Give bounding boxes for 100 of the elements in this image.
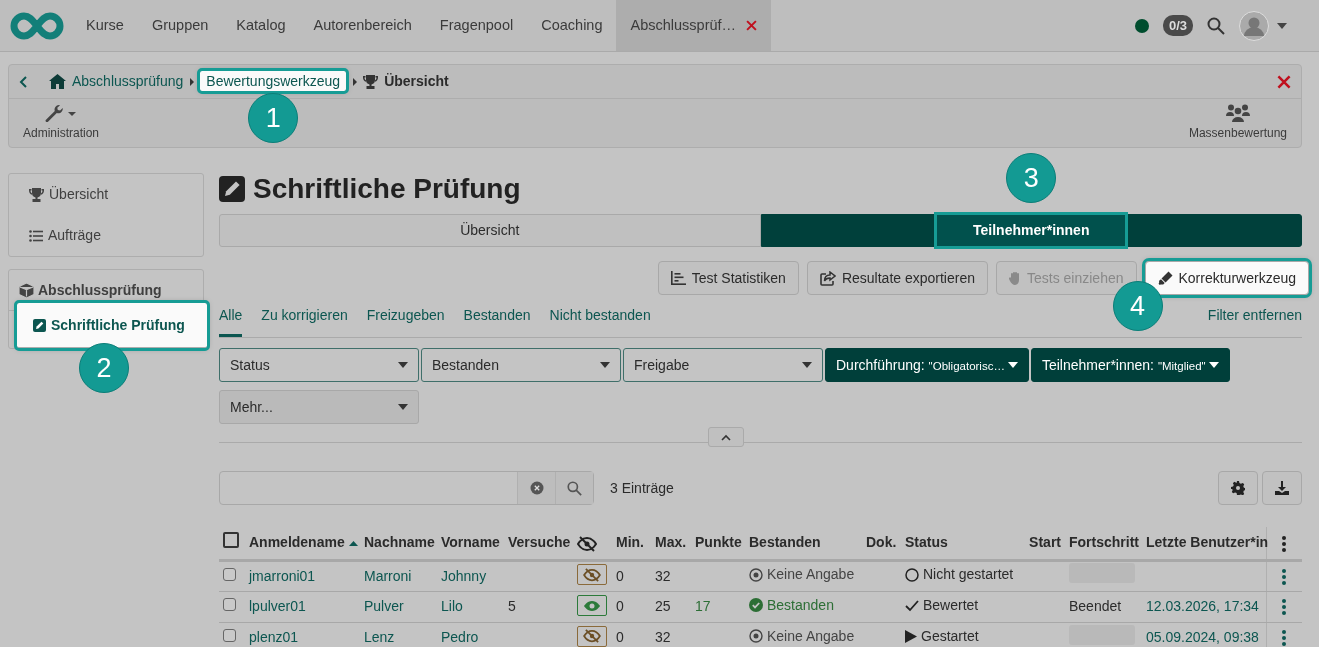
nav-tab[interactable]: Kurse: [86, 14, 124, 37]
row-checkbox[interactable]: [223, 598, 236, 611]
action-button[interactable]: Test Statistiken: [657, 261, 799, 295]
row-menu-icon[interactable]: [1282, 598, 1287, 614]
column-header[interactable]: Min.: [616, 534, 644, 551]
filter-tab[interactable]: Nicht bestanden: [549, 305, 651, 337]
remove-filter-link[interactable]: Filter entfernen: [1207, 305, 1302, 337]
table-cell[interactable]: Lenz: [364, 629, 395, 645]
settings-icon: [1231, 481, 1245, 495]
breadcrumb-link[interactable]: Bewertungswerkzeug: [200, 71, 347, 91]
visibility-toggle[interactable]: [577, 595, 607, 617]
visibility-toggle[interactable]: [577, 564, 607, 586]
column-header[interactable]: Nachname: [364, 534, 435, 551]
row-checkbox[interactable]: [223, 629, 236, 642]
nav-tab[interactable]: Fragenpool: [439, 14, 514, 37]
table-cell: 32: [655, 567, 671, 584]
trophy-icon: [29, 187, 44, 202]
filter-dropdown[interactable]: Bestanden: [421, 348, 621, 382]
visibility-toggle[interactable]: [577, 625, 607, 647]
column-header[interactable]: Vorname: [441, 534, 500, 551]
table-cell[interactable]: Marroni: [364, 567, 412, 584]
caret-icon: [600, 362, 610, 368]
filter-dropdown[interactable]: Durchführung: "Obligatorisc…: [825, 348, 1029, 382]
chevron-right-icon: [189, 77, 195, 86]
circle-icon: [905, 567, 919, 582]
sidebar-item[interactable]: Übersicht: [9, 174, 203, 215]
filter-tab[interactable]: Alle: [219, 305, 243, 337]
column-header[interactable]: Bestanden: [749, 534, 821, 551]
filter-tab[interactable]: Bestanden: [463, 305, 531, 337]
search-icon: [1207, 16, 1225, 35]
row-menu-icon[interactable]: [1282, 629, 1287, 645]
column-header[interactable]: Anmeldename: [249, 534, 358, 551]
download-button[interactable]: [1262, 471, 1302, 505]
status-text: Nicht gestartet: [923, 565, 1014, 585]
eye-slash-icon: [583, 629, 601, 644]
column-header[interactable]: Start: [1029, 534, 1061, 551]
bar-chart-icon: [670, 271, 686, 285]
filter-tab[interactable]: Freizugeben: [366, 305, 445, 337]
toolbar-button[interactable]: Administration: [23, 123, 100, 142]
column-header[interactable]: Dok.: [866, 534, 897, 551]
row-menu-icon[interactable]: [1282, 567, 1287, 584]
login-link[interactable]: lpulver01: [249, 598, 306, 614]
login-link[interactable]: plenz01: [249, 629, 299, 645]
passed-status: Keine Angabe: [767, 565, 855, 585]
sidebar-item[interactable]: Schriftliche Prüfung: [17, 303, 207, 348]
filter-dropdown[interactable]: Teilnehmer*innen: "Mitglied": [1030, 348, 1230, 382]
row-checkbox[interactable]: [223, 567, 236, 581]
column-header[interactable]: Punkte: [695, 534, 742, 551]
chevron-up-icon: [720, 433, 731, 441]
action-button[interactable]: Resultate exportieren: [806, 261, 988, 295]
toolbar-button[interactable]: Massenbewertung: [1188, 123, 1287, 142]
filter-dropdown[interactable]: Freigabe: [623, 348, 823, 382]
callout-number: 2: [79, 343, 129, 393]
eye-icon: [584, 599, 600, 612]
notification-count[interactable]: 0/3: [1162, 14, 1193, 37]
table-cell: 0: [616, 598, 624, 614]
more-icon: [1282, 630, 1287, 647]
breadcrumb-link[interactable]: Übersicht: [384, 73, 449, 89]
search-field[interactable]: [219, 471, 594, 505]
date-text: 05.09.2024, 09:38: [1146, 629, 1259, 645]
collapse-button[interactable]: [707, 427, 744, 447]
login-link[interactable]: jmarroni01: [249, 567, 316, 584]
caret-icon: [1007, 362, 1018, 368]
table-cell: 5: [508, 598, 516, 614]
play-icon: [905, 630, 917, 643]
table-cell[interactable]: Pulver: [364, 598, 404, 614]
segment-tab[interactable]: Übersicht: [460, 220, 520, 241]
more-icon: [1282, 568, 1287, 585]
column-header[interactable]: Max.: [655, 534, 687, 551]
breadcrumb-link[interactable]: Abschlussprüfung: [72, 73, 184, 89]
filter-dropdown[interactable]: Status: [219, 348, 419, 382]
table-cell[interactable]: Pedro: [441, 629, 479, 645]
action-button[interactable]: Korrekturwerkzeug: [1144, 261, 1309, 295]
hand-icon: [1009, 270, 1021, 286]
column-header[interactable]: Status: [905, 534, 948, 551]
pencil-square-icon: [219, 176, 245, 202]
date-text: 12.03.2026, 17:34: [1146, 598, 1259, 614]
filter-dropdown[interactable]: Mehr...: [219, 390, 419, 424]
infinity-logo: [10, 11, 64, 40]
column-header[interactable]: Fortschritt: [1069, 534, 1139, 551]
check-circle-icon: [749, 598, 763, 613]
sidebar-heading[interactable]: Abschlussprüfung: [19, 279, 162, 301]
settings-button[interactable]: [1218, 471, 1258, 505]
column-header[interactable]: Letzte Benutzer*in: [1146, 534, 1269, 551]
caret-icon: [1277, 22, 1287, 29]
nav-tab[interactable]: Gruppen: [151, 14, 209, 37]
select-all-checkbox[interactable]: [223, 531, 239, 548]
table-cell[interactable]: Lilo: [441, 598, 463, 614]
dot-circle-icon: [749, 629, 763, 644]
sort-up-icon: [348, 541, 358, 547]
sidebar-item[interactable]: Aufträge: [9, 215, 203, 256]
status-text: Gestartet: [921, 627, 979, 646]
segment-tab[interactable]: Teilnehmer*innen: [937, 215, 1126, 246]
column-header[interactable]: Versuche: [508, 534, 571, 551]
nav-tab[interactable]: Coaching: [541, 14, 603, 37]
group-icon: [1225, 103, 1250, 122]
table-cell[interactable]: Johnny: [441, 567, 487, 584]
nav-tab[interactable]: Autorenbereich: [313, 14, 412, 37]
nav-tab[interactable]: Katalog: [236, 14, 286, 37]
filter-tab[interactable]: Zu korrigieren: [261, 305, 348, 337]
